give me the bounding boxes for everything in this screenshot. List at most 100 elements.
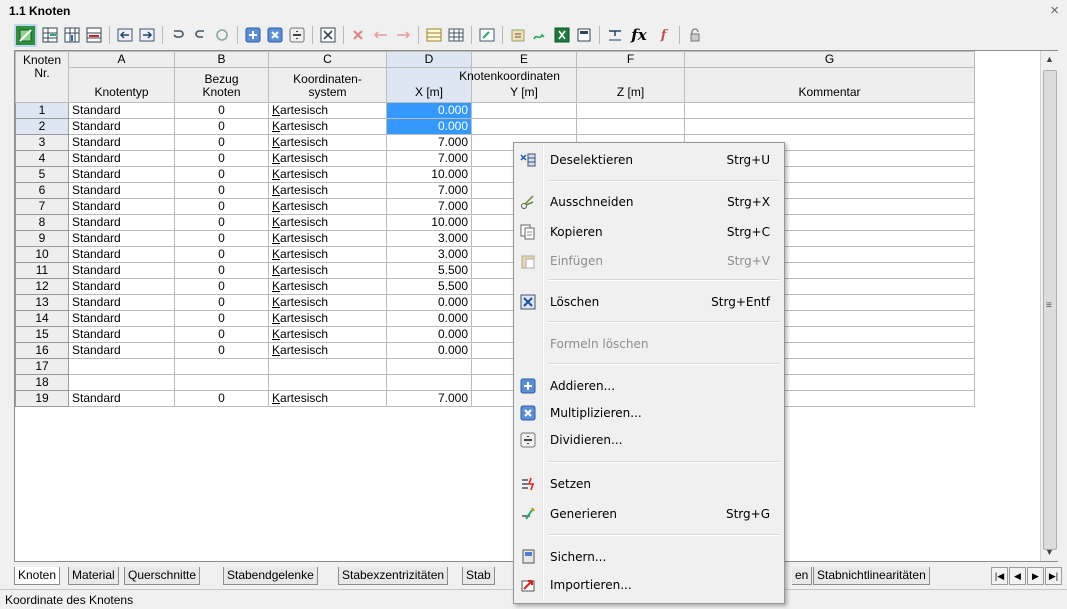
insert-column-icon[interactable] — [62, 26, 81, 45]
table-row[interactable]: 15 Standard 0 Kartesisch 0.000 — [15, 326, 975, 343]
scrollbar-thumb[interactable]: ≡ — [1043, 70, 1057, 550]
cell-x[interactable]: 0.000 — [386, 342, 472, 359]
cell-knotentyp[interactable]: Standard — [68, 326, 175, 343]
row-number[interactable]: 5 — [15, 166, 69, 183]
menu-item-clear-formulas[interactable]: Formeln löschen — [516, 333, 782, 355]
tab-querschnitte[interactable]: Querschnitte — [124, 567, 201, 585]
cell-koordinatensystem[interactable]: Kartesisch — [268, 118, 387, 135]
column-letter-c[interactable]: C — [268, 51, 387, 68]
cell-koordinatensystem[interactable] — [268, 374, 387, 391]
menu-item-divide[interactable]: Dividieren... — [516, 429, 782, 451]
cell-x[interactable]: 7.000 — [386, 390, 472, 407]
table-row[interactable]: 18 — [15, 374, 975, 391]
row-number[interactable]: 6 — [15, 182, 69, 199]
menu-item-generate[interactable]: Generieren Strg+G — [516, 503, 782, 525]
cell-bezug-knoten[interactable]: 0 — [174, 262, 269, 279]
cell-koordinatensystem[interactable]: Kartesisch — [268, 198, 387, 215]
row-number[interactable]: 16 — [15, 342, 69, 359]
cell-x[interactable]: 3.000 — [386, 246, 472, 263]
close-icon[interactable]: × — [1050, 2, 1059, 19]
column-letter-d[interactable]: D — [386, 51, 472, 68]
move-left-icon[interactable] — [115, 26, 134, 45]
row-number[interactable]: 15 — [15, 326, 69, 343]
cell-x[interactable]: 5.500 — [386, 262, 472, 279]
delete-row-icon[interactable] — [84, 26, 103, 45]
row-number[interactable]: 8 — [15, 214, 69, 231]
cell-bezug-knoten[interactable]: 0 — [174, 294, 269, 311]
menu-item-add[interactable]: Addieren... — [516, 375, 782, 397]
column-letter-g[interactable]: G — [684, 51, 975, 68]
prev-sheet-icon[interactable]: ◀ — [1009, 567, 1026, 585]
cell-z[interactable] — [576, 102, 685, 119]
cell-x[interactable]: 0.000 — [386, 294, 472, 311]
cell-x[interactable] — [386, 358, 472, 375]
cell-bezug-knoten[interactable]: 0 — [174, 326, 269, 343]
row-number[interactable]: 10 — [15, 246, 69, 263]
cell-bezug-knoten[interactable]: 0 — [174, 134, 269, 151]
cell-bezug-knoten[interactable]: 0 — [174, 342, 269, 359]
refresh-icon[interactable] — [212, 26, 231, 45]
table-row[interactable]: 8 Standard 0 Kartesisch 10.000 — [15, 214, 975, 231]
lock-icon[interactable] — [685, 26, 704, 45]
cell-koordinatensystem[interactable]: Kartesisch — [268, 310, 387, 327]
grid-icon[interactable] — [446, 26, 465, 45]
table-row[interactable]: 13 Standard 0 Kartesisch 0.000 — [15, 294, 975, 311]
cell-y[interactable] — [471, 102, 577, 119]
shift-left-icon[interactable] — [371, 26, 390, 45]
cell-x[interactable]: 10.000 — [386, 166, 472, 183]
cell-knotentyp[interactable]: Standard — [68, 166, 175, 183]
cell-koordinatensystem[interactable]: Kartesisch — [268, 294, 387, 311]
cell-x[interactable]: 7.000 — [386, 150, 472, 167]
table-row[interactable]: 17 — [15, 358, 975, 375]
cell-knotentyp[interactable]: Standard — [68, 262, 175, 279]
cell-bezug-knoten[interactable]: 0 — [174, 214, 269, 231]
cell-knotentyp[interactable]: Standard — [68, 310, 175, 327]
chart-icon[interactable] — [530, 26, 549, 45]
row-number[interactable]: 13 — [15, 294, 69, 311]
table-row[interactable]: 14 Standard 0 Kartesisch 0.000 — [15, 310, 975, 327]
row-number[interactable]: 12 — [15, 278, 69, 295]
menu-item-save[interactable]: Sichern... — [516, 546, 782, 568]
cell-knotentyp[interactable]: Standard — [68, 214, 175, 231]
column-letter-a[interactable]: A — [68, 51, 175, 68]
shift-right-icon[interactable] — [393, 26, 412, 45]
cell-knotentyp[interactable]: Standard — [68, 278, 175, 295]
table-row[interactable]: 3 Standard 0 Kartesisch 7.000 — [15, 134, 975, 151]
cell-bezug-knoten[interactable] — [174, 358, 269, 375]
move-right-icon[interactable] — [137, 26, 156, 45]
cell-bezug-knoten[interactable]: 0 — [174, 198, 269, 215]
table-row[interactable]: 10 Standard 0 Kartesisch 3.000 — [15, 246, 975, 263]
cell-knotentyp[interactable]: Standard — [68, 150, 175, 167]
cell-koordinatensystem[interactable]: Kartesisch — [268, 326, 387, 343]
cell-knotentyp[interactable]: Standard — [68, 390, 175, 407]
cell-bezug-knoten[interactable]: 0 — [174, 246, 269, 263]
menu-item-delete[interactable]: Löschen Strg+Entf — [516, 291, 782, 313]
clear-formula-icon[interactable]: f — [654, 26, 673, 45]
row-number[interactable]: 11 — [15, 262, 69, 279]
cell-x[interactable]: 7.000 — [386, 134, 472, 151]
cell-koordinatensystem[interactable]: Kartesisch — [268, 278, 387, 295]
tab-material[interactable]: Material — [68, 567, 119, 585]
cell-x[interactable]: 0.000 — [386, 118, 472, 135]
cell-knotentyp[interactable]: Standard — [68, 294, 175, 311]
cell-x[interactable]: 7.000 — [386, 182, 472, 199]
table-row[interactable]: 2 Standard 0 Kartesisch 0.000 — [15, 118, 975, 135]
excel-icon[interactable] — [552, 26, 571, 45]
cell-knotentyp[interactable]: Standard — [68, 198, 175, 215]
cell-koordinatensystem[interactable]: Kartesisch — [268, 166, 387, 183]
table-row[interactable]: 7 Standard 0 Kartesisch 7.000 — [15, 198, 975, 215]
cell-x[interactable]: 0.000 — [386, 102, 472, 119]
multiply-icon[interactable] — [265, 26, 284, 45]
cell-knotentyp[interactable]: Standard — [68, 342, 175, 359]
cell-knotentyp[interactable]: Standard — [68, 118, 175, 135]
cell-koordinatensystem[interactable]: Kartesisch — [268, 134, 387, 151]
menu-item-import[interactable]: Importieren... — [516, 574, 782, 596]
table-view-icon[interactable] — [424, 26, 443, 45]
tab-stabexzentrizitaeten[interactable]: Stabexzentrizitäten — [338, 567, 449, 585]
cell-koordinatensystem[interactable]: Kartesisch — [268, 262, 387, 279]
table-row[interactable]: 1 Standard 0 Kartesisch 0.000 — [15, 102, 975, 119]
formula-icon[interactable]: fx — [627, 26, 651, 45]
cell-koordinatensystem[interactable]: Kartesisch — [268, 230, 387, 247]
last-sheet-icon[interactable]: ▶| — [1045, 567, 1062, 585]
cell-koordinatensystem[interactable]: Kartesisch — [268, 246, 387, 263]
